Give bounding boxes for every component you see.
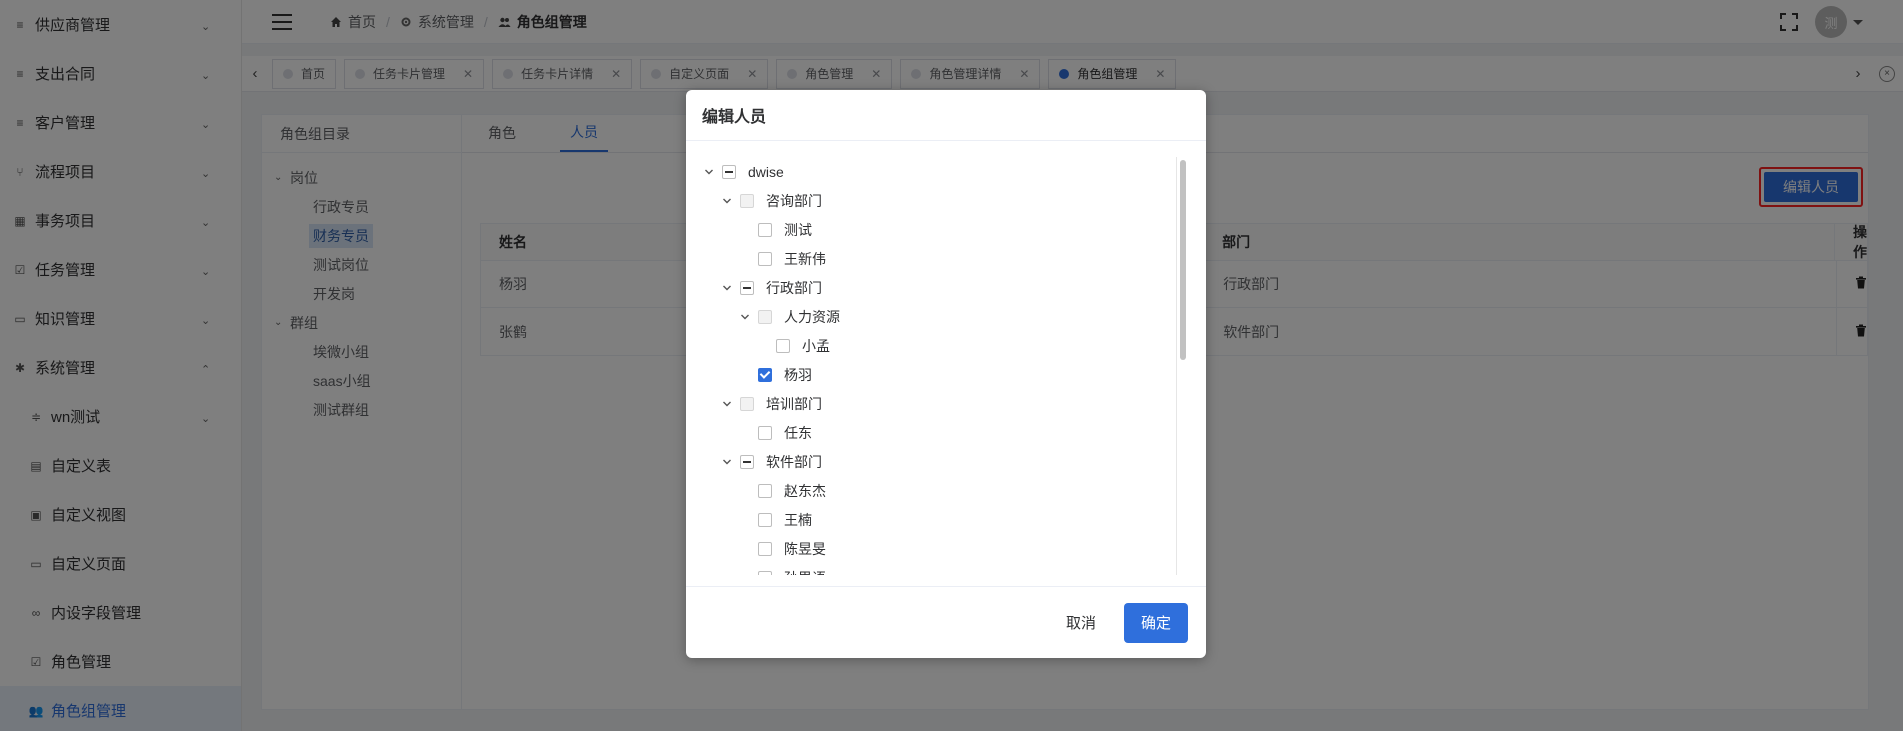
tree-checkbox[interactable] (758, 222, 772, 237)
tree-checkbox[interactable] (758, 483, 772, 498)
dialog-footer: 取消 确定 (686, 587, 1206, 658)
tree-node[interactable]: 赵东杰 (702, 476, 1172, 505)
dialog-title: 编辑人员 (686, 90, 1206, 141)
tree-node[interactable]: 陈昱旻 (702, 534, 1172, 563)
tree-checkbox[interactable] (758, 512, 772, 527)
dialog-body: dwise 咨询部门测试王新伟行政部门人力资源小孟杨羽培训部门任东软件部门赵东杰王… (686, 141, 1206, 587)
tree-checkbox[interactable] (758, 251, 772, 266)
tree-node-label: 王新伟 (784, 250, 826, 267)
tree-checkbox[interactable] (722, 164, 736, 179)
tree-node-label: 测试 (784, 221, 812, 238)
tree-checkbox[interactable] (740, 280, 754, 295)
tree-scrollbar[interactable] (1176, 157, 1186, 575)
tree-checkbox[interactable] (740, 454, 754, 469)
tree-checkbox (740, 396, 754, 411)
tree-node-label: 行政部门 (766, 279, 822, 296)
tree-node[interactable]: 咨询部门 (702, 186, 1172, 215)
tree-node-label: 王楠 (784, 511, 812, 528)
chevron-down-icon[interactable] (720, 397, 734, 411)
tree-node[interactable]: 人力资源 (702, 302, 1172, 331)
tree-node-label: 培训部门 (766, 395, 822, 412)
tree-checkbox (740, 193, 754, 208)
scrollbar-thumb[interactable] (1180, 160, 1186, 360)
tree-node[interactable]: 行政部门 (702, 273, 1172, 302)
tree-node-label: dwise (748, 163, 784, 180)
chevron-down-icon[interactable] (738, 310, 752, 324)
tree-node[interactable]: 孙思语 (702, 563, 1172, 575)
tree-node-label: 小孟 (802, 337, 830, 354)
tree-node-label: 任东 (784, 424, 812, 441)
tree-node-label: 陈昱旻 (784, 540, 826, 557)
tree-checkbox[interactable] (758, 541, 772, 556)
tree-node[interactable]: 杨羽 (702, 360, 1172, 389)
tree-checkbox[interactable] (776, 338, 790, 353)
tree-node-label: 软件部门 (766, 453, 822, 470)
cancel-button[interactable]: 取消 (1062, 612, 1100, 633)
tree-node-label: 杨羽 (784, 366, 812, 383)
tree-node[interactable]: dwise (702, 157, 1172, 186)
chevron-down-icon[interactable] (720, 281, 734, 295)
tree-node[interactable]: 王楠 (702, 505, 1172, 534)
tree-checkbox[interactable] (758, 367, 772, 382)
tree-checkbox[interactable] (758, 425, 772, 440)
edit-members-dialog: 编辑人员 dwise 咨询部门测试王新伟行政部门人力资源小孟杨羽培训部门任东软件部… (686, 90, 1206, 658)
member-tree: dwise 咨询部门测试王新伟行政部门人力资源小孟杨羽培训部门任东软件部门赵东杰王… (702, 157, 1172, 575)
tree-node[interactable]: 软件部门 (702, 447, 1172, 476)
tree-checkbox (758, 309, 772, 324)
tree-checkbox[interactable] (758, 570, 772, 575)
tree-node-label: 赵东杰 (784, 482, 826, 499)
tree-node[interactable]: 测试 (702, 215, 1172, 244)
chevron-down-icon[interactable] (720, 194, 734, 208)
tree-node-label: 咨询部门 (766, 192, 822, 209)
tree-node[interactable]: 小孟 (702, 331, 1172, 360)
tree-node-label: 孙思语 (784, 568, 826, 576)
tree-node[interactable]: 王新伟 (702, 244, 1172, 273)
confirm-button[interactable]: 确定 (1124, 602, 1188, 643)
tree-node[interactable]: 培训部门 (702, 389, 1172, 418)
chevron-down-icon[interactable] (720, 455, 734, 469)
chevron-down-icon[interactable] (702, 165, 716, 179)
tree-node[interactable]: 任东 (702, 418, 1172, 447)
tree-node-label: 人力资源 (784, 308, 840, 325)
